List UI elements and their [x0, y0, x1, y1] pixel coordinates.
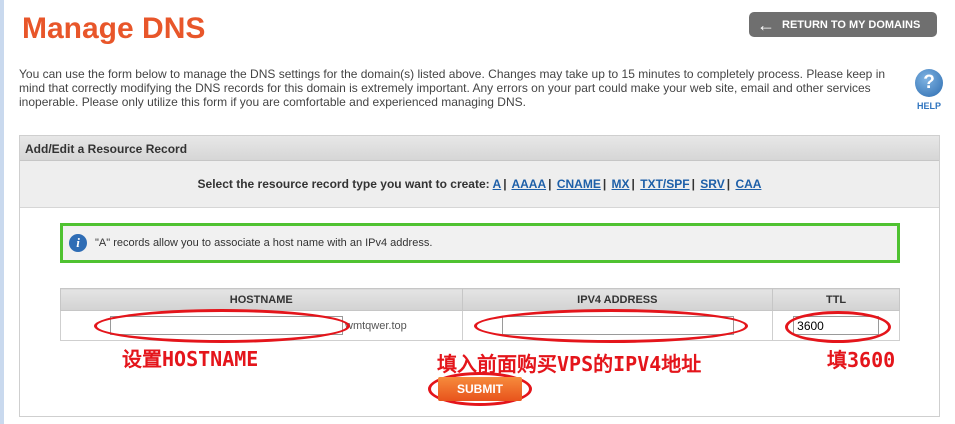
record-type-srv[interactable]: SRV [700, 177, 724, 191]
record-type-caa[interactable]: CAA [735, 177, 761, 191]
record-type-bar: Select the resource record type you want… [20, 161, 939, 208]
left-stripe [0, 0, 4, 424]
arrow-left-icon: ← [757, 14, 775, 35]
hostname-header: HOSTNAME [60, 288, 463, 311]
record-type-prompt: Select the resource record type you want… [197, 177, 490, 191]
table-row: wmtqwer.top [60, 310, 900, 341]
record-table: HOSTNAME IPV4 ADDRESS TTL wmtqwer.top [60, 288, 900, 341]
return-to-domains-button[interactable]: ← RETURN TO MY DOMAINS [749, 12, 937, 37]
info-icon: i [69, 234, 87, 252]
record-type-txt-spf[interactable]: TXT/SPF [640, 177, 689, 191]
page-title: Manage DNS [22, 12, 206, 45]
hostname-input[interactable] [110, 316, 343, 335]
ipv4-input[interactable] [501, 316, 734, 335]
record-type-aaaa[interactable]: AAAA [511, 177, 546, 191]
info-box: i "A" records allow you to associate a h… [60, 223, 900, 263]
submit-button[interactable]: SUBMIT [438, 377, 522, 401]
ipv4-header: IPV4 ADDRESS [461, 288, 774, 311]
hostname-annotation: 设置HOSTNAME [122, 347, 259, 371]
ipv4-annotation: 填入前面购买VPS的IPV4地址 [437, 352, 702, 376]
ttl-annotation: 填3600 [827, 348, 896, 372]
record-type-mx[interactable]: MX [612, 177, 630, 191]
record-type-a[interactable]: A [493, 177, 502, 191]
help-button[interactable]: ? HELP [914, 69, 944, 111]
domain-suffix: wmtqwer.top [345, 320, 407, 332]
question-icon: ? [915, 69, 943, 97]
info-text: "A" records allow you to associate a hos… [95, 237, 433, 249]
help-label: HELP [916, 101, 941, 111]
hostname-cell: wmtqwer.top [60, 310, 463, 341]
ttl-header: TTL [772, 288, 900, 311]
ttl-cell [772, 310, 900, 341]
ipv4-cell [461, 310, 774, 341]
return-button-label: RETURN TO MY DOMAINS [782, 18, 921, 31]
ttl-input[interactable] [793, 316, 880, 335]
panel-header: Add/Edit a Resource Record [20, 136, 939, 161]
intro-text: You can use the form below to manage the… [19, 67, 886, 109]
record-type-cname[interactable]: CNAME [557, 177, 601, 191]
